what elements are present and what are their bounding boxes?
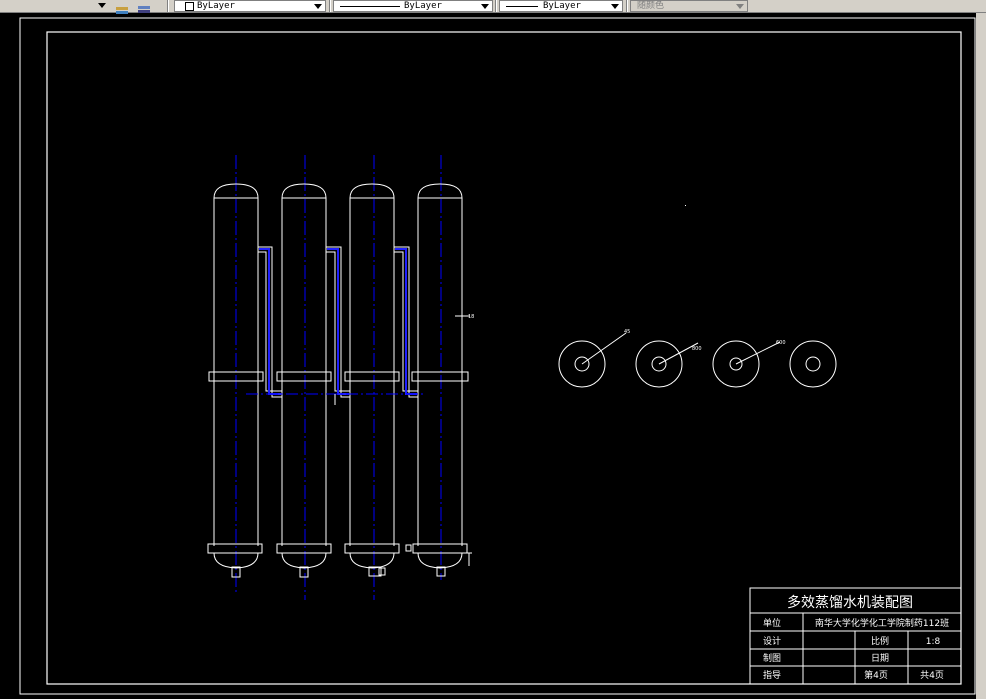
sheet-outer-border (19, 17, 976, 695)
chevron-down-icon (736, 4, 744, 9)
stray-point (685, 205, 686, 206)
column-flange (276, 371, 332, 382)
svg-text:600: 600 (776, 340, 786, 346)
bottom-flange (412, 543, 468, 554)
scale-value: 1:8 (926, 637, 941, 647)
scale-label: 比例 (871, 635, 889, 647)
svg-text:800: 800 (692, 346, 702, 352)
linetype-control[interactable]: ByLayer (333, 0, 493, 12)
drawing-canvas[interactable]: 18 45 800 600 多效蒸馏水机装配图 单位 南华大学化学化工学院制药1… (0, 13, 976, 699)
svg-text:45: 45 (624, 329, 630, 335)
evaporator-column-2 (276, 155, 332, 600)
vertical-scrollbar[interactable] (976, 13, 986, 699)
layer-properties-icon[interactable] (114, 0, 130, 14)
chevron-down-icon (314, 4, 322, 9)
color-control[interactable]: ByLayer (174, 0, 326, 12)
top-view-circle-2: 800 (635, 340, 702, 388)
total-sheets: 共4页 (920, 670, 944, 681)
lineweight-preview (506, 6, 538, 7)
lineweight-control[interactable]: ByLayer (499, 0, 623, 12)
top-view-circle-3: 600 (712, 340, 786, 388)
bottom-flange (207, 543, 263, 554)
plotstyle-value: 随颜色 (637, 1, 665, 11)
linetype-preview (340, 6, 400, 7)
lineweight-value: ByLayer (543, 1, 581, 11)
unit-value: 南华大学化学化工学院制药112班 (815, 617, 949, 629)
toolbar-separator (329, 0, 331, 12)
chevron-down-icon (481, 4, 489, 9)
drawing-title: 多效蒸馏水机装配图 (787, 594, 913, 611)
layer-state-icon[interactable] (136, 0, 152, 13)
drawing-frame (46, 31, 962, 685)
guide-label: 指导 (763, 669, 781, 681)
column-flange (411, 371, 469, 382)
chevron-down-icon (611, 4, 619, 9)
design-label: 设计 (763, 635, 781, 647)
linetype-value: ByLayer (404, 1, 442, 11)
top-view-circle-1: 45 (558, 329, 630, 388)
svg-text:18: 18 (468, 314, 474, 320)
drawing-label: 制图 (763, 652, 781, 664)
color-value: ByLayer (197, 1, 235, 11)
date-label: 日期 (871, 653, 889, 664)
bottom-dimension-marks (378, 544, 472, 576)
bottom-flange (276, 543, 332, 554)
evaporator-column-4 (411, 155, 469, 580)
column-flange (344, 371, 400, 382)
toolbar-separator (626, 0, 628, 12)
title-block: 多效蒸馏水机装配图 单位 南华大学化学化工学院制药112班 设计 比例 1:8 … (749, 587, 962, 685)
evaporator-column-3 (344, 155, 400, 600)
toolbar-separator (167, 0, 169, 12)
plotstyle-control: 随颜色 (630, 0, 748, 12)
evaporator-column-1 (207, 155, 264, 595)
properties-toolbar: ByLayer ByLayer ByLayer 随颜色 (0, 0, 986, 14)
unit-label: 单位 (763, 617, 781, 629)
color-swatch (185, 2, 194, 11)
top-view-circle-4 (789, 340, 837, 388)
layer-dropdown[interactable] (0, 0, 110, 12)
sheet-number: 第4页 (864, 669, 888, 681)
dimension-leader: 18 (455, 314, 474, 320)
toolbar-separator (495, 0, 497, 12)
bottom-flange (344, 543, 400, 554)
